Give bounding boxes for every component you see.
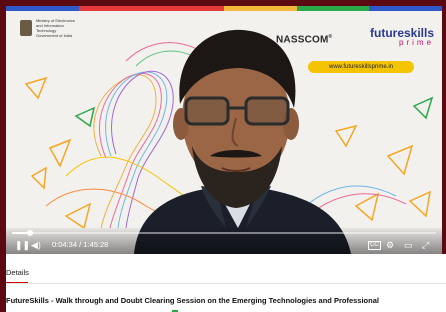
pause-icon[interactable]: ❚❚	[15, 240, 30, 250]
fullscreen-icon[interactable]: ⤢	[422, 240, 429, 250]
time-display: 0:04:34 / 1:45:28	[52, 240, 108, 250]
current-time: 0:04:34	[52, 240, 78, 249]
volume-icon[interactable]: ◀)	[31, 240, 41, 250]
progress-bar[interactable]	[12, 230, 436, 236]
left-border	[0, 0, 6, 312]
progress-thumb[interactable]	[27, 230, 34, 236]
tab-details[interactable]: Details	[6, 268, 29, 277]
video-title: FutureSkills - Walk through and Doubt Cl…	[6, 296, 379, 305]
time-separator: /	[79, 240, 82, 249]
captions-icon[interactable]: CC	[368, 241, 381, 250]
video-player[interactable]: Ministry of Electronics and Information …	[6, 6, 442, 254]
player-controls: ❚❚ ◀) 0:04:34 / 1:45:28 CC ⚙ ▭ ⤢	[6, 228, 442, 254]
theater-icon[interactable]: ▭	[404, 240, 413, 250]
duration: 1:45:28	[83, 240, 109, 249]
video-page: Ministry of Electronics and Information …	[0, 0, 446, 312]
details-panel: Details FutureSkills - Walk through and …	[0, 254, 446, 312]
tab-divider	[6, 283, 446, 284]
gear-icon[interactable]: ⚙	[386, 240, 394, 250]
presenter-video-frame	[134, 29, 351, 254]
